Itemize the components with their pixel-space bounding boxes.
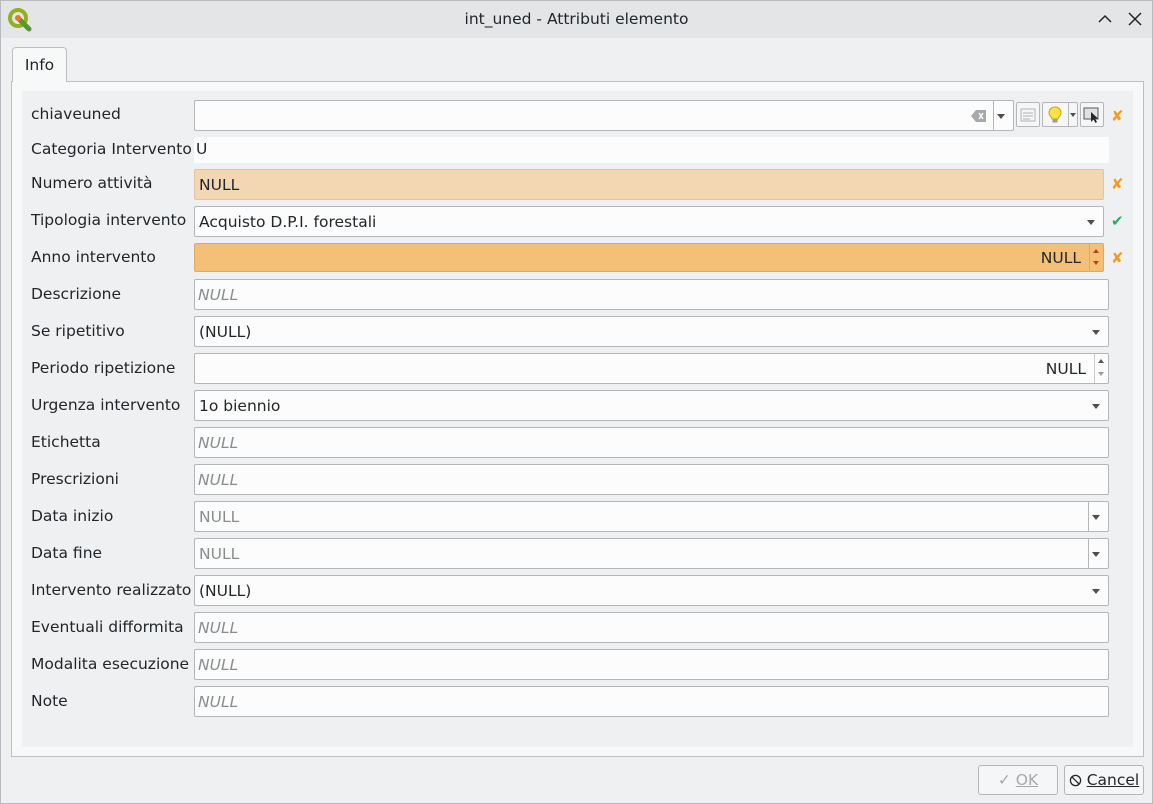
valid-mark-icon: ✔	[1111, 212, 1124, 230]
spin-buttons[interactable]	[1089, 244, 1103, 271]
label-data-inizio: Data inizio	[31, 507, 114, 525]
label-periodo-ripetizione: Periodo ripetizione	[31, 359, 176, 377]
chevron-down-icon[interactable]	[1070, 113, 1076, 117]
lightbulb-icon	[1048, 106, 1062, 123]
combo-separator	[993, 101, 994, 130]
se-ripetitivo-select[interactable]: (NULL)	[194, 316, 1109, 347]
tipologia-intervento-select[interactable]: Acquisto D.P.I. forestali	[194, 206, 1104, 237]
tab-info[interactable]: Info	[12, 47, 67, 82]
note-input[interactable]: NULL	[194, 686, 1109, 717]
urgenza-intervento-select[interactable]: 1o biennio	[194, 390, 1109, 421]
chevron-down-icon[interactable]	[997, 114, 1005, 119]
map-identify-icon	[1083, 107, 1099, 123]
chevron-down-icon[interactable]	[1092, 515, 1100, 520]
close-icon	[1128, 12, 1142, 26]
chevron-up-icon	[1098, 14, 1112, 23]
label-chiaveuned: chiaveuned	[31, 105, 121, 123]
chevron-down-icon[interactable]	[1092, 404, 1100, 409]
minimize-button[interactable]	[1095, 9, 1115, 29]
chevron-down-icon[interactable]	[1092, 330, 1100, 335]
clear-text-icon[interactable]	[971, 110, 987, 122]
label-modalita-esecuzione: Modalita esecuzione	[31, 655, 190, 673]
combo-separator	[1088, 502, 1089, 531]
ok-button[interactable]: ✓ OK	[978, 765, 1058, 795]
label-tipologia-intervento: Tipologia intervento	[31, 211, 187, 229]
close-button[interactable]	[1125, 9, 1145, 29]
label-intervento-realizzato: Intervento realizzato	[31, 581, 192, 599]
label-categoria-intervento: Categoria Intervento	[31, 140, 192, 158]
invalid-mark-icon: ✘	[1111, 249, 1124, 267]
label-anno-intervento: Anno intervento	[31, 248, 156, 266]
attribute-form-window: int_uned - Attributi elemento Info chiav…	[0, 0, 1153, 804]
etichetta-input[interactable]: NULL	[194, 427, 1109, 458]
label-urgenza-intervento: Urgenza intervento	[31, 396, 181, 414]
button-separator	[1068, 103, 1069, 126]
cancel-button[interactable]: Cancel	[1064, 765, 1144, 795]
check-icon: ✓	[997, 771, 1011, 789]
combo-separator	[1088, 539, 1089, 568]
spin-down-icon[interactable]	[1098, 372, 1104, 376]
title-bar[interactable]: int_uned - Attributi elemento	[1, 1, 1152, 38]
cancel-icon	[1069, 774, 1082, 787]
eventuali-difformita-input[interactable]: NULL	[194, 612, 1109, 643]
label-prescrizioni: Prescrizioni	[31, 470, 119, 488]
open-form-button[interactable]	[1016, 102, 1040, 127]
spin-buttons[interactable]	[1094, 354, 1108, 383]
categoria-intervento-value: U	[194, 137, 1109, 163]
invalid-mark-icon: ✘	[1111, 175, 1124, 193]
invalid-mark-icon: ✘	[1111, 107, 1124, 125]
label-se-ripetitivo: Se ripetitivo	[31, 322, 125, 340]
chevron-down-icon[interactable]	[1092, 589, 1100, 594]
spin-up-icon[interactable]	[1093, 249, 1099, 253]
data-fine-date-picker[interactable]: NULL	[194, 538, 1109, 569]
label-descrizione: Descrizione	[31, 285, 122, 303]
window-title: int_uned - Attributi elemento	[464, 10, 689, 28]
chevron-down-icon[interactable]	[1092, 552, 1100, 557]
form-icon	[1020, 108, 1036, 122]
label-eventuali-difformita: Eventuali difformita	[31, 618, 184, 636]
spin-down-icon[interactable]	[1093, 261, 1099, 265]
label-note: Note	[31, 692, 68, 710]
prescrizioni-input[interactable]: NULL	[194, 464, 1109, 495]
label-etichetta: Etichetta	[31, 433, 101, 451]
modalita-esecuzione-input[interactable]: NULL	[194, 649, 1109, 680]
anno-intervento-spinbox[interactable]: NULL	[194, 243, 1104, 272]
spin-up-icon[interactable]	[1098, 359, 1104, 363]
intervento-realizzato-select[interactable]: (NULL)	[194, 575, 1109, 606]
identify-feature-button[interactable]	[1080, 102, 1104, 127]
label-numero-attivita: Numero attività	[31, 174, 153, 192]
data-inizio-date-picker[interactable]: NULL	[194, 501, 1109, 532]
chiaveuned-combo[interactable]	[194, 100, 1014, 131]
numero-attivita-input[interactable]: NULL	[194, 169, 1104, 200]
periodo-ripetizione-spinbox[interactable]: NULL	[194, 353, 1109, 384]
descrizione-input[interactable]: NULL	[194, 279, 1109, 310]
chevron-down-icon[interactable]	[1087, 220, 1095, 225]
highlight-feature-button[interactable]	[1042, 102, 1078, 127]
label-data-fine: Data fine	[31, 544, 103, 562]
